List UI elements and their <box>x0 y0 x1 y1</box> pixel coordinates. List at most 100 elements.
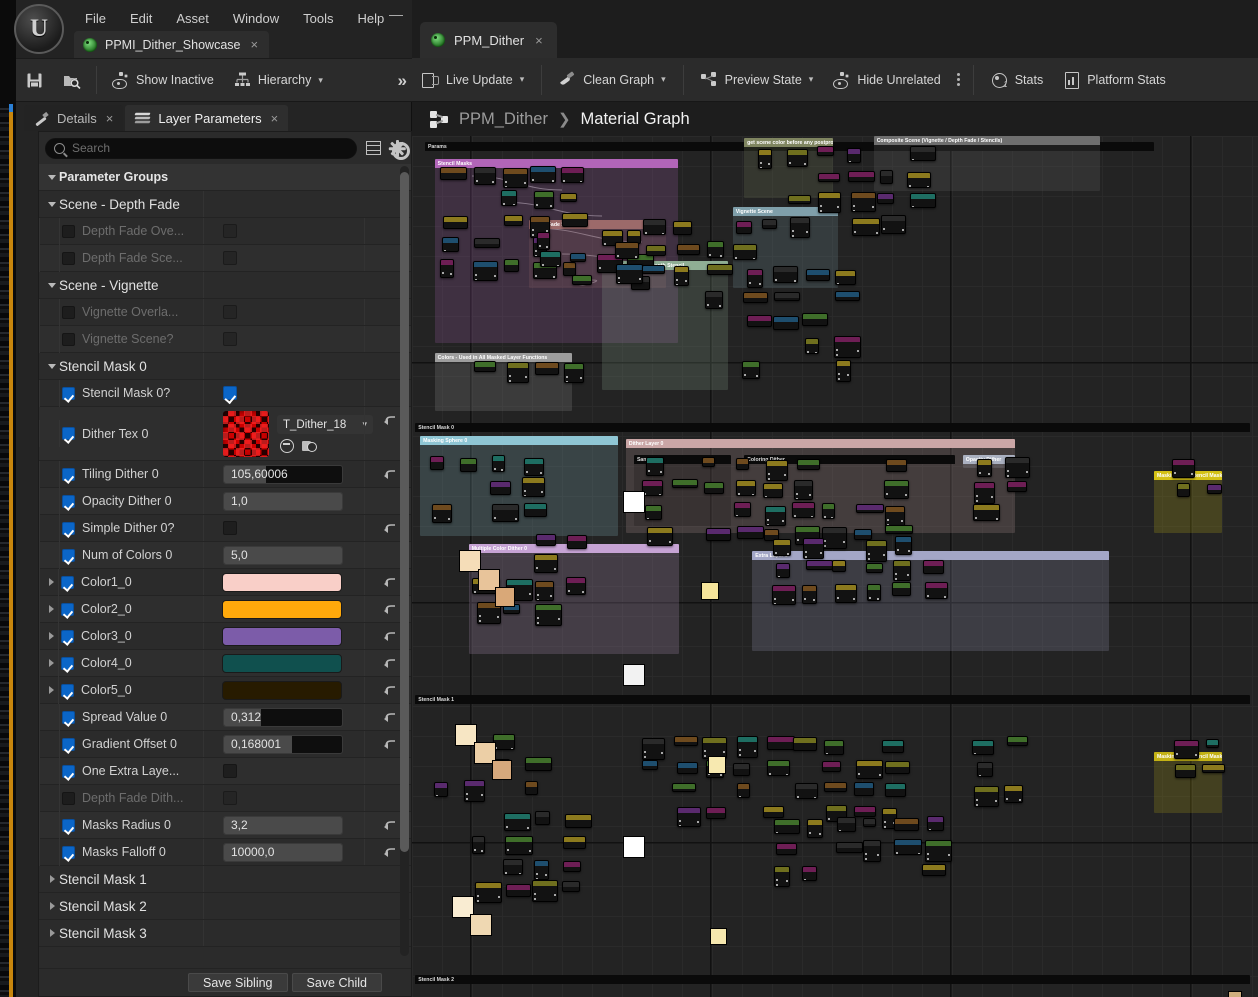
graph-node[interactable] <box>534 191 554 209</box>
menu-item-edit[interactable]: Edit <box>119 8 163 29</box>
graph-node[interactable] <box>733 244 757 260</box>
table-row[interactable]: Gradient Offset 0 0,168001 <box>39 730 411 758</box>
graph-node[interactable] <box>642 265 665 274</box>
graph-node[interactable] <box>673 221 692 235</box>
revert-arrow-icon[interactable] <box>383 684 397 697</box>
parameter-color-swatch[interactable] <box>222 572 342 592</box>
graph-node[interactable] <box>562 881 580 892</box>
graph-node[interactable] <box>474 238 500 248</box>
graph-node[interactable] <box>772 585 796 605</box>
graph-node[interactable] <box>863 818 876 827</box>
parameter-value-checkbox[interactable] <box>223 251 237 265</box>
graph-node[interactable] <box>925 582 948 599</box>
table-row[interactable]: Vignette Overla... <box>39 298 411 326</box>
graph-node[interactable] <box>797 459 820 470</box>
graph-node[interactable] <box>677 244 700 255</box>
graph-node[interactable] <box>677 807 701 827</box>
use-selected-asset-icon[interactable] <box>279 438 294 453</box>
graph-node[interactable] <box>763 806 784 818</box>
graph-node[interactable] <box>885 525 913 534</box>
table-row[interactable]: Opacity Dither 0 1,0 <box>39 487 411 515</box>
chevron-right-icon[interactable] <box>47 873 59 885</box>
graph-node[interactable] <box>440 259 454 278</box>
graph-node[interactable] <box>895 536 912 555</box>
graph-node[interactable] <box>645 505 662 520</box>
save-sibling-button[interactable]: Save Sibling <box>188 973 288 992</box>
graph-node[interactable] <box>848 171 875 182</box>
graph-node[interactable] <box>642 738 665 760</box>
graph-node[interactable] <box>863 840 881 862</box>
graph-node[interactable] <box>570 253 586 262</box>
graph-node[interactable] <box>806 560 833 570</box>
graph-node[interactable] <box>787 149 808 167</box>
graph-node[interactable] <box>490 481 511 495</box>
section-stencil-mask-2[interactable]: Stencil Mask 2 <box>39 893 411 920</box>
chevron-down-icon[interactable] <box>47 360 59 372</box>
graph-node[interactable] <box>672 783 696 792</box>
close-icon[interactable]: × <box>533 33 543 48</box>
graph-node[interactable] <box>706 807 726 819</box>
table-row[interactable]: Color5_0 <box>39 676 411 704</box>
show-inactive-button[interactable]: Show Inactive <box>102 65 224 95</box>
graph-node[interactable] <box>474 361 496 372</box>
graph-node[interactable] <box>1177 483 1190 497</box>
parameter-enable-checkbox[interactable] <box>62 737 75 751</box>
graph-node[interactable] <box>884 480 909 499</box>
node-preview-swatch[interactable] <box>623 836 645 858</box>
table-row[interactable]: Depth Fade Dith... <box>39 784 411 812</box>
chevron-right-icon[interactable] <box>47 900 59 912</box>
close-icon[interactable]: × <box>248 37 258 52</box>
graph-node[interactable] <box>767 736 795 750</box>
graph-node[interactable] <box>774 866 790 887</box>
parameter-enable-checkbox[interactable] <box>62 791 75 805</box>
graph-node[interactable] <box>743 292 768 303</box>
graph-node[interactable] <box>1005 457 1030 478</box>
graph-node[interactable] <box>615 242 639 259</box>
parameter-enable-checkbox[interactable] <box>61 683 74 697</box>
graph-node[interactable] <box>836 360 851 382</box>
graph-node[interactable] <box>977 762 993 777</box>
graph-node[interactable] <box>524 503 547 517</box>
graph-node[interactable] <box>910 146 936 161</box>
graph-node[interactable] <box>802 866 817 881</box>
graph-node[interactable] <box>737 783 750 798</box>
parameter-color-swatch[interactable] <box>222 680 342 700</box>
hide-unrelated-button[interactable]: Hide Unrelated <box>823 65 950 95</box>
graph-node[interactable] <box>643 219 666 235</box>
node-preview-swatch[interactable] <box>623 491 645 513</box>
revert-arrow-icon[interactable] <box>383 522 397 535</box>
graph-node[interactable] <box>802 313 828 326</box>
parameter-enable-checkbox[interactable] <box>62 494 75 508</box>
node-preview-swatch[interactable] <box>708 756 726 774</box>
graph-node[interactable] <box>493 734 515 750</box>
graph-node[interactable] <box>492 504 519 522</box>
graph-node[interactable] <box>824 782 847 792</box>
node-preview-swatch[interactable] <box>623 664 645 686</box>
parameter-enable-checkbox[interactable] <box>62 467 75 481</box>
comment-frame[interactable]: Masking with Stencil Masks <box>1153 471 1222 533</box>
table-view-icon[interactable] <box>366 141 381 155</box>
graph-node[interactable] <box>566 577 586 595</box>
graph-node[interactable] <box>972 740 994 755</box>
graph-node[interactable] <box>822 527 847 549</box>
graph-node[interactable] <box>773 539 791 556</box>
chevron-down-icon[interactable] <box>47 171 59 183</box>
graph-node[interactable] <box>877 193 894 204</box>
section-scene-vignette[interactable]: Scene - Vignette <box>39 272 411 299</box>
graph-node[interactable] <box>707 264 733 275</box>
save-button[interactable] <box>16 65 53 95</box>
parameter-enable-checkbox[interactable] <box>62 710 75 724</box>
graph-node[interactable] <box>866 540 887 562</box>
graph-node[interactable] <box>835 270 856 285</box>
parameter-enable-checkbox[interactable] <box>62 305 75 319</box>
table-row[interactable]: Stencil Mask 0? <box>39 379 411 407</box>
graph-node[interactable] <box>835 584 857 603</box>
graph-node[interactable] <box>706 528 731 541</box>
parameter-number-field[interactable]: 5,0 <box>223 545 343 565</box>
graph-node[interactable] <box>892 582 911 596</box>
parameter-enable-checkbox[interactable] <box>62 332 75 346</box>
table-row[interactable]: Color4_0 <box>39 649 411 677</box>
graph-node[interactable] <box>532 880 558 902</box>
graph-node[interactable] <box>773 316 799 330</box>
graph-node[interactable] <box>837 817 856 832</box>
